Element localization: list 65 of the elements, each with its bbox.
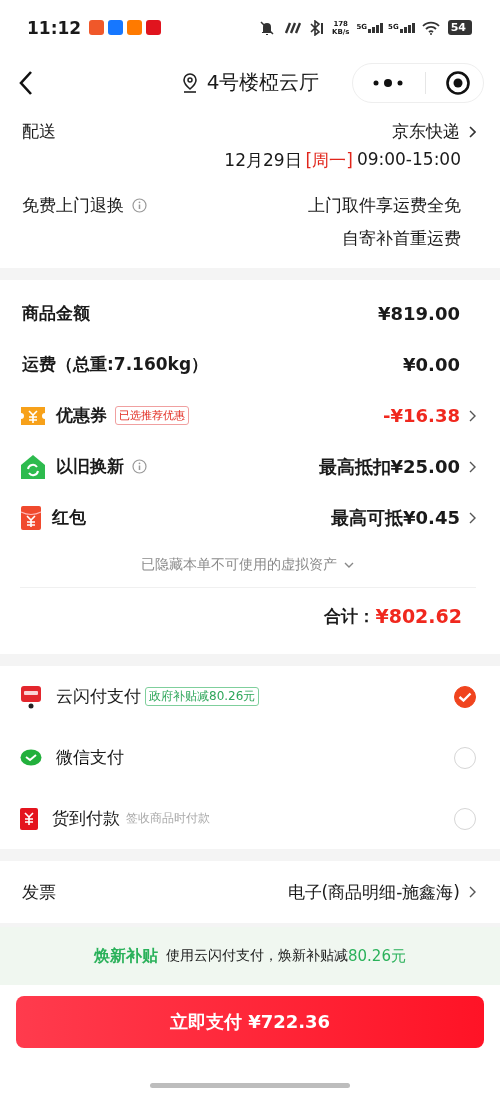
payment-radio[interactable] bbox=[454, 685, 476, 708]
app-notification-icon bbox=[108, 20, 124, 35]
amount-value: 最高可抵¥0.45 bbox=[331, 505, 460, 530]
hidden-assets-note[interactable]: 已隐藏本单不可使用的虚拟资产 bbox=[141, 556, 337, 574]
chevron-right-icon[interactable] bbox=[468, 886, 476, 898]
battery-level: 54 bbox=[447, 20, 472, 35]
amount-label: 以旧换新 bbox=[55, 455, 124, 478]
amount-label: 红包 bbox=[51, 506, 86, 529]
delivery-date: 12月29日 bbox=[224, 149, 302, 172]
status-time: 11:12 bbox=[27, 17, 82, 38]
app-notification-icon bbox=[127, 20, 143, 35]
bell-muted-icon bbox=[258, 19, 275, 36]
amount-label: 优惠券 bbox=[55, 404, 107, 427]
total-amount: ¥802.62 bbox=[375, 605, 462, 627]
returns-policy-text: 自寄补首重运费 bbox=[342, 227, 461, 250]
envelope-icon bbox=[20, 504, 42, 531]
amount-label: 运费（总重:7.160kg） bbox=[21, 353, 209, 376]
delivery-weekday: [周一] bbox=[305, 149, 353, 172]
back-icon[interactable] bbox=[18, 69, 34, 96]
invoice-label: 发票 bbox=[22, 880, 56, 904]
payment-method-name: 云闪付支付 bbox=[56, 685, 141, 708]
info-icon[interactable] bbox=[132, 459, 147, 474]
coupon-icon bbox=[20, 404, 46, 427]
returns-policy-text: 上门取件享运费全免 bbox=[308, 194, 461, 217]
location-pin-icon bbox=[180, 71, 199, 94]
payment-app-icon bbox=[20, 684, 42, 709]
page-title: 4号楼椏云厅 bbox=[206, 69, 320, 96]
payment-method-name: 微信支付 bbox=[56, 746, 124, 769]
banner-title: 焕新补贴 bbox=[94, 945, 158, 967]
delivery-time: 09:00-15:00 bbox=[356, 149, 461, 171]
invoice-value[interactable]: 电子(商品明细-施鑫海) bbox=[287, 880, 460, 904]
payment-note: 签收商品时付款 bbox=[126, 810, 210, 827]
check-icon bbox=[458, 691, 472, 702]
app-notification-icon bbox=[146, 20, 162, 35]
wifi-icon bbox=[421, 20, 440, 35]
subsidy-tag: 政府补贴减80.26元 bbox=[145, 687, 260, 706]
returns-label: 免费上门退换 bbox=[22, 194, 124, 217]
recommended-tag: 已选推荐优惠 bbox=[115, 406, 189, 425]
signal-icon bbox=[368, 22, 385, 33]
chevron-right-icon[interactable] bbox=[468, 409, 476, 422]
banner-text: 使用云闪付支付，焕新补贴减 bbox=[166, 947, 348, 965]
signal-icon bbox=[399, 22, 416, 33]
bluetooth-icon bbox=[308, 19, 323, 36]
carrier-link[interactable]: 京东快递 bbox=[392, 120, 460, 143]
chevron-down-icon[interactable] bbox=[343, 561, 355, 569]
chevron-right-icon bbox=[468, 125, 476, 138]
payment-method-name: 货到付款 bbox=[52, 807, 120, 830]
app-notification-icon bbox=[89, 20, 105, 35]
house-recycle-icon bbox=[20, 453, 46, 480]
chevron-right-icon[interactable] bbox=[468, 511, 476, 524]
info-icon[interactable] bbox=[132, 198, 147, 213]
chevron-right-icon[interactable] bbox=[468, 460, 476, 473]
amount-label: 商品金额 bbox=[21, 302, 90, 325]
amount-value: 最高抵扣¥25.00 bbox=[318, 454, 460, 479]
amount-value: ¥819.00 bbox=[378, 303, 460, 324]
cash-icon bbox=[20, 807, 38, 830]
wechat-pay-icon bbox=[20, 748, 42, 767]
amount-value: -¥16.38 bbox=[383, 405, 460, 426]
amount-value: ¥0.00 bbox=[403, 354, 460, 375]
total-label: 合计： bbox=[324, 604, 376, 628]
close-target-icon[interactable] bbox=[445, 69, 471, 96]
more-icon[interactable] bbox=[371, 77, 405, 88]
delivery-label: 配送 bbox=[22, 120, 56, 143]
banner-amount: 80.26元 bbox=[348, 946, 406, 966]
pay-button[interactable]: 立即支付 ¥722.36 bbox=[16, 996, 484, 1048]
